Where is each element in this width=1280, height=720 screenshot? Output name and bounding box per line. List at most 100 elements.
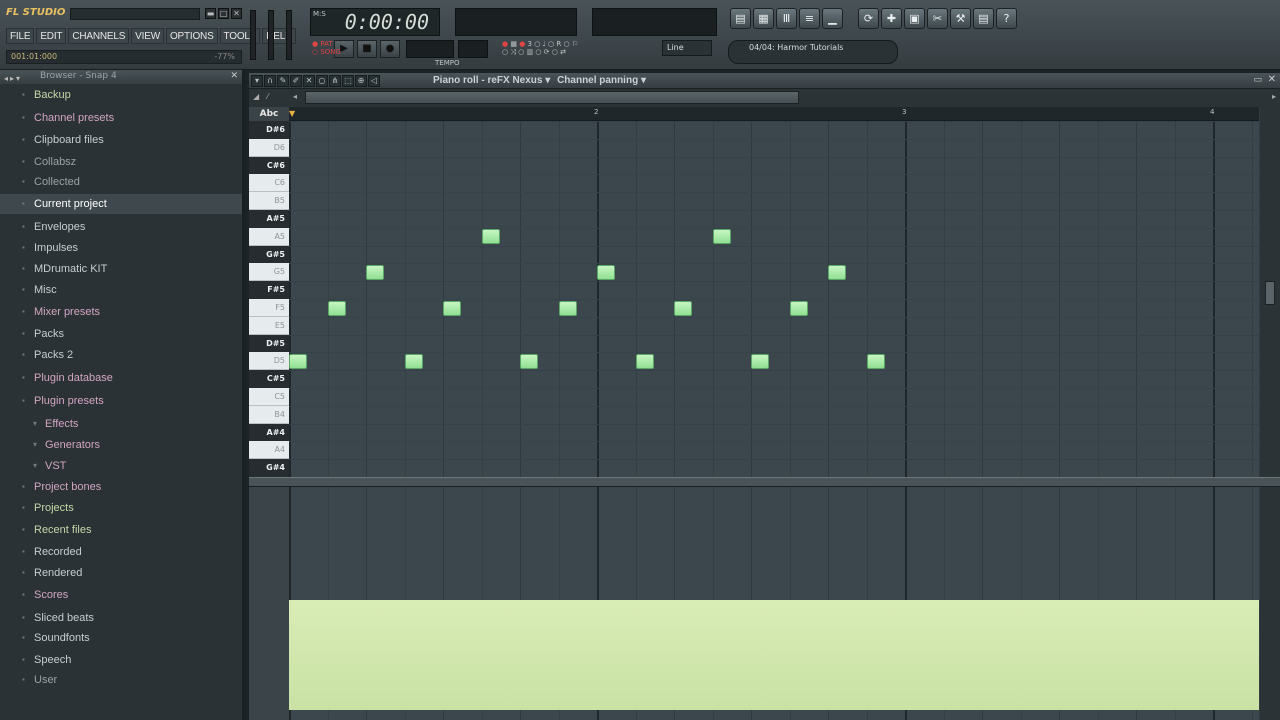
browser-item-misc[interactable]: ▪ Misc — [0, 280, 242, 300]
menu-item-channels[interactable]: CHANNELS — [68, 28, 130, 44]
horizontal-scrollbar[interactable]: ◢ ⁄ ◂ ▸ — [249, 89, 1280, 107]
browser-item-packs[interactable]: ▪ Packs — [0, 324, 242, 344]
piano-key[interactable]: G#4 — [249, 459, 289, 477]
note-g5[interactable] — [366, 264, 384, 280]
cut-icon[interactable]: ✂ — [927, 8, 948, 29]
maximize-icon[interactable]: ▭ — [1253, 75, 1262, 85]
browser-item-packs-2[interactable]: ▪ Packs 2 — [0, 345, 242, 365]
browser-item-effects[interactable]: ▾ Effects — [0, 414, 242, 434]
browser-item-soundfonts[interactable]: ▪ Soundfonts — [0, 628, 242, 648]
note-g5[interactable] — [597, 264, 615, 280]
browser-item-plugin-database[interactable]: ▪ Plugin database — [0, 368, 242, 388]
event-scrollbar[interactable] — [1260, 487, 1280, 720]
piano-key[interactable]: E5 — [249, 316, 289, 335]
notes-icon[interactable]: ▤ — [973, 8, 994, 29]
browser-item-scores[interactable]: ▪ Scores — [0, 585, 242, 605]
close-icon[interactable]: ✕ — [1268, 74, 1276, 85]
piano-key[interactable]: A#5 — [249, 210, 289, 228]
vertical-scroll-thumb[interactable] — [1265, 281, 1275, 305]
close-icon[interactable]: ✕ — [231, 8, 242, 19]
online-icon[interactable]: ⟳ — [858, 8, 879, 29]
select-icon[interactable]: ⬚ — [342, 75, 354, 87]
slice-icon[interactable]: ⋔ — [329, 75, 341, 87]
menu-item-options[interactable]: OPTIONS — [165, 28, 218, 44]
delete-icon[interactable]: ✕ — [303, 75, 315, 87]
tempo-display[interactable] — [406, 40, 454, 58]
note-f5[interactable] — [789, 300, 808, 316]
browser-item-vst[interactable]: ▾ VST — [0, 456, 242, 476]
minimize-icon[interactable]: ▬ — [205, 8, 216, 19]
browser-item-generators[interactable]: ▾ Generators — [0, 435, 242, 455]
new-icon[interactable]: ✚ — [881, 8, 902, 29]
browser-item-collabsz[interactable]: ▪ Collabsz — [0, 152, 242, 172]
browser-item-mdrumatic-kit[interactable]: ▪ MDrumatic KIT — [0, 259, 242, 279]
magnet-icon[interactable]: ∩ — [264, 75, 276, 87]
scroll-left-icon[interactable]: ◂ — [293, 92, 297, 101]
playlist-icon[interactable]: ▤ — [730, 8, 751, 29]
pattern-song-toggle[interactable]: ● PAT ○ SONG — [312, 40, 341, 56]
browser-item-plugin-presets[interactable]: ▪ Plugin presets — [0, 391, 242, 411]
browser-item-current-project[interactable]: ▪ Current project — [0, 194, 242, 214]
pattern-selector[interactable] — [458, 40, 488, 58]
tempo-slider[interactable] — [286, 10, 292, 60]
browser-item-channel-presets[interactable]: ▪ Channel presets — [0, 108, 242, 128]
piano-key[interactable]: B4 — [249, 405, 289, 424]
note-d5[interactable] — [866, 353, 885, 369]
piano-roll-icon[interactable]: Ⅲ — [776, 8, 797, 29]
piano-key[interactable]: D#6 — [249, 121, 289, 139]
mixer-icon[interactable]: ▁ — [822, 8, 843, 29]
piano-key[interactable]: F5 — [249, 299, 289, 317]
piano-key[interactable]: F#5 — [249, 281, 289, 299]
timeline-ruler[interactable]: 2 3 4 ▼ — [289, 107, 1259, 121]
browser-item-clipboard-files[interactable]: ▪ Clipboard files — [0, 130, 242, 150]
piano-key[interactable]: D5 — [249, 352, 289, 371]
note-f5[interactable] — [443, 300, 461, 316]
scroll-right-icon[interactable]: ▸ — [1272, 92, 1276, 101]
piano-keyboard[interactable]: D#6 D6 C#6 C6 B5 A#5 A5 G#5 G5 F#5 F5 E5 D#5 D5 C#5 C5 B… — [249, 121, 289, 477]
help-icon[interactable]: ? — [996, 8, 1017, 29]
piano-key[interactable]: C6 — [249, 174, 289, 193]
note-d5[interactable] — [751, 353, 769, 369]
pencil-icon[interactable]: ✎ — [277, 75, 289, 87]
browser-options-icon[interactable]: ◂▸▾ — [4, 72, 22, 85]
horizontal-scroll-thumb[interactable] — [305, 91, 799, 104]
browser-item-projects[interactable]: ▪ Projects — [0, 498, 242, 518]
piano-key[interactable]: A5 — [249, 227, 289, 246]
vertical-scrollbar[interactable] — [1260, 107, 1280, 477]
note-g5[interactable] — [828, 264, 846, 280]
tools-icon[interactable]: ⚒ — [950, 8, 971, 29]
piano-key[interactable]: A4 — [249, 441, 289, 460]
piano-key[interactable]: B5 — [249, 192, 289, 210]
note-d5[interactable] — [520, 353, 538, 369]
zoom-slider-icon[interactable]: ⁄ — [267, 92, 268, 101]
note-grid[interactable] — [289, 121, 1259, 477]
piano-key[interactable]: A#4 — [249, 423, 289, 442]
piano-key[interactable]: G#5 — [249, 245, 289, 264]
save-icon[interactable]: ▣ — [904, 8, 925, 29]
playback-icon[interactable]: ◁ — [368, 75, 380, 87]
browser-item-recorded[interactable]: ▪ Recorded — [0, 542, 242, 562]
piano-key[interactable]: G5 — [249, 263, 289, 282]
note-d5[interactable] — [635, 353, 654, 369]
note-a5[interactable] — [712, 229, 731, 245]
stamp-icon[interactable]: ◢ — [253, 92, 259, 101]
menu-arrow-icon[interactable]: ▾ — [251, 75, 263, 87]
step-sequencer-icon[interactable]: ▦ — [753, 8, 774, 29]
browser-item-speech[interactable]: ▪ Speech — [0, 650, 242, 670]
event-editor[interactable] — [289, 487, 1259, 720]
browser-item-envelopes[interactable]: ▪ Envelopes — [0, 217, 242, 237]
note-labels-toggle[interactable]: Abc — [249, 107, 289, 121]
record-options[interactable]: ● ▦ ● 3 ○ ♩ ○ R ○ ⚐ ○ ⤨ ○ ▥ ○ ⟳ ○ ⇄ — [502, 40, 578, 57]
event-editor-divider[interactable] — [249, 477, 1280, 487]
time-display[interactable]: 0:00:00 — [310, 8, 440, 36]
piano-roll-target[interactable]: Channel panning — [557, 75, 638, 86]
stop-button[interactable]: ■ — [357, 40, 377, 58]
note-f5[interactable] — [327, 300, 346, 316]
menu-item-edit[interactable]: EDIT — [36, 28, 67, 44]
paint-icon[interactable]: ✐ — [290, 75, 302, 87]
browser-icon[interactable]: ≡ — [799, 8, 820, 29]
master-volume-slider[interactable] — [250, 10, 256, 60]
mute-icon[interactable]: ○ — [316, 75, 328, 87]
note-d5[interactable] — [289, 353, 307, 369]
browser-item-mixer-presets[interactable]: ▪ Mixer presets — [0, 302, 242, 322]
